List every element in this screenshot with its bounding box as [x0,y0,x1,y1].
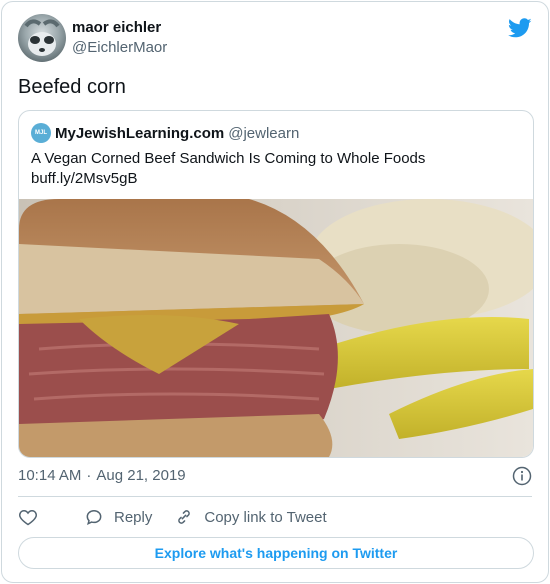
quoted-handle: @jewlearn [228,124,300,142]
quoted-tweet[interactable]: MJL MyJewishLearning.com @jewlearn A Veg… [18,110,534,458]
copy-link-label: Copy link to Tweet [204,508,327,526]
quoted-media-image[interactable] [19,199,533,457]
quoted-avatar-text: MJL [35,130,47,136]
tweet-timestamp[interactable]: 10:14 AM · Aug 21, 2019 [18,466,186,486]
display-name[interactable]: maor eichler [72,18,167,38]
quoted-tweet-header: MJL MyJewishLearning.com @jewlearn [31,123,299,143]
tweet-text: Beefed corn [18,76,126,98]
timestamp-date[interactable]: Aug 21, 2019 [96,466,185,486]
tweet-header: maor eichler @EichlerMaor [18,14,532,62]
reply-button[interactable]: Reply [84,507,152,527]
info-icon[interactable] [512,466,532,486]
quoted-link[interactable]: buff.ly/2Msv5gB [31,169,521,189]
timestamp-time[interactable]: 10:14 AM [18,466,81,486]
link-icon [178,510,191,524]
tweet-card: maor eichler @EichlerMaor Beefed corn MJ… [1,1,549,583]
quoted-avatar: MJL [31,123,51,143]
avatar[interactable] [18,14,66,62]
quoted-headline: A Vegan Corned Beef Sandwich Is Coming t… [31,150,426,167]
heart-icon [19,509,37,526]
explore-button[interactable]: Explore what's happening on Twitter [18,537,534,569]
twitter-bird-icon[interactable] [508,16,532,40]
reply-icon [86,509,102,526]
divider [18,496,532,497]
reply-label: Reply [114,508,153,526]
quoted-tweet-text: A Vegan Corned Beef Sandwich Is Coming t… [31,149,521,189]
like-button[interactable] [18,507,48,527]
copy-link-button[interactable]: Copy link to Tweet [174,507,327,527]
quoted-display-name: MyJewishLearning.com [55,124,225,142]
user-block[interactable]: maor eichler @EichlerMaor [72,18,167,58]
timestamp-separator: · [86,467,92,484]
user-handle[interactable]: @EichlerMaor [72,38,167,58]
action-bar: Reply Copy link to Tweet [18,505,349,529]
